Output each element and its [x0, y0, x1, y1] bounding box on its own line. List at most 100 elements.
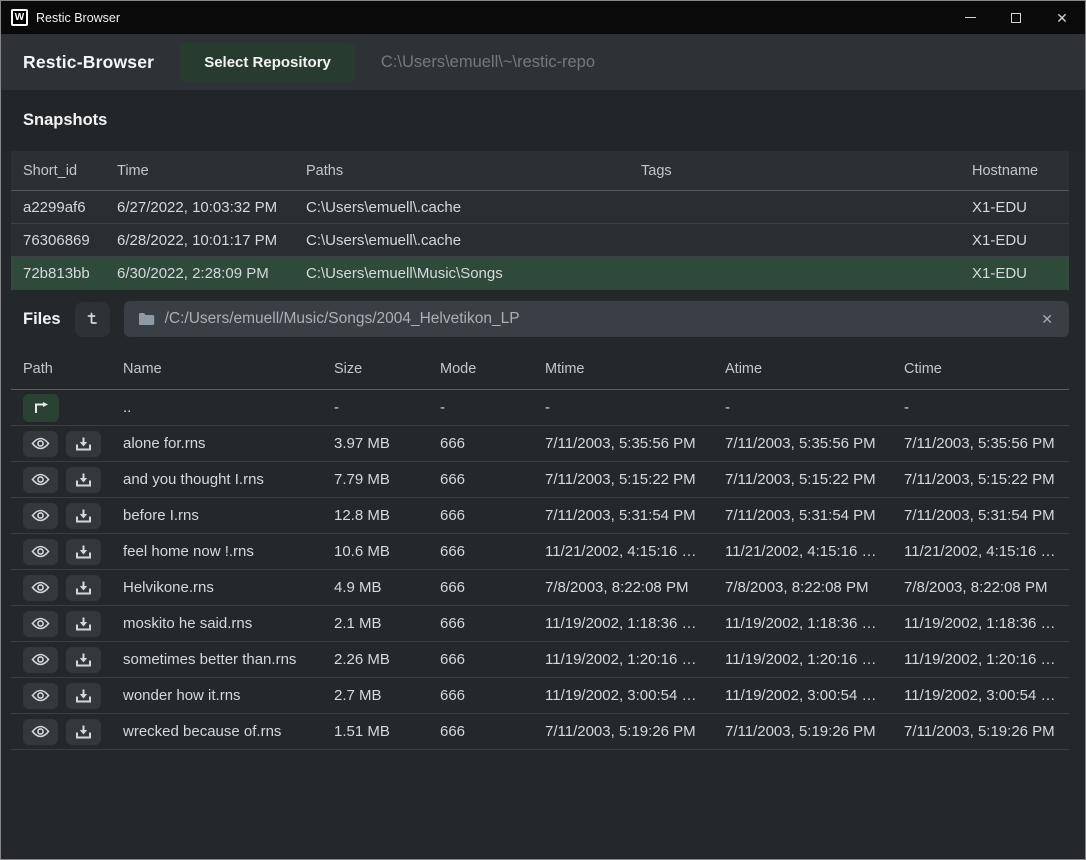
eye-icon — [31, 581, 50, 594]
file-mode: 666 — [428, 507, 533, 524]
download-file-button[interactable] — [66, 611, 101, 637]
eye-icon — [31, 725, 50, 738]
file-name: moskito he said.rns — [111, 615, 322, 632]
column-header-mtime: Mtime — [533, 361, 713, 377]
download-icon — [76, 617, 91, 631]
file-mtime: 11/21/2002, 4:15:16 … — [533, 543, 713, 560]
column-header-tags: Tags — [629, 163, 960, 179]
snapshots-section-title: Snapshots — [23, 111, 107, 130]
tree-toggle-icon — [84, 311, 100, 327]
preview-file-button[interactable] — [23, 503, 58, 529]
download-file-button[interactable] — [66, 647, 101, 673]
file-name: Helvikone.rns — [111, 579, 322, 596]
download-file-button[interactable] — [66, 719, 101, 745]
preview-file-button[interactable] — [23, 575, 58, 601]
download-icon — [76, 437, 91, 451]
snapshot-row[interactable]: a2299af6 6/27/2022, 10:03:32 PM C:\Users… — [11, 191, 1069, 224]
app-header: Restic-Browser Select Repository C:\User… — [1, 34, 1085, 90]
file-name: and you thought I.rns — [111, 471, 322, 488]
column-header-hostname: Hostname — [960, 163, 1069, 179]
download-file-button[interactable] — [66, 467, 101, 493]
snapshots-table: Short_id Time Paths Tags Hostname a2299a… — [11, 151, 1069, 290]
column-header-mode: Mode — [428, 361, 533, 377]
file-row: and you thought I.rns7.79 MB6667/11/2003… — [11, 462, 1069, 498]
preview-file-button[interactable] — [23, 683, 58, 709]
download-file-button[interactable] — [66, 683, 101, 709]
select-repository-button[interactable]: Select Repository — [180, 43, 355, 82]
file-mode: 666 — [428, 687, 533, 704]
clear-icon: ✕ — [1041, 311, 1053, 327]
file-mtime: - — [533, 399, 713, 416]
file-name: alone for.rns — [111, 435, 322, 452]
preview-file-button[interactable] — [23, 431, 58, 457]
file-mode: 666 — [428, 651, 533, 668]
column-header-atime: Atime — [713, 361, 892, 377]
snapshot-hostname: X1-EDU — [960, 232, 1069, 249]
snapshot-paths: C:\Users\emuell\Music\Songs — [294, 265, 629, 282]
file-row: alone for.rns3.97 MB6667/11/2003, 5:35:5… — [11, 426, 1069, 462]
file-row: before I.rns12.8 MB6667/11/2003, 5:31:54… — [11, 498, 1069, 534]
files-path-box: ✕ — [124, 301, 1069, 337]
snapshot-row[interactable]: 76306869 6/28/2022, 10:01:17 PM C:\Users… — [11, 224, 1069, 257]
preview-file-button[interactable] — [23, 647, 58, 673]
file-mtime: 11/19/2002, 1:18:36 … — [533, 615, 713, 632]
file-name: feel home now !.rns — [111, 543, 322, 560]
file-size: 12.8 MB — [322, 507, 428, 524]
files-section-title: Files — [23, 310, 61, 329]
minimize-button[interactable] — [947, 1, 993, 34]
file-atime: 11/19/2002, 1:20:16 … — [713, 651, 892, 668]
titlebar: W Restic Browser ✕ — [1, 1, 1085, 34]
column-header-ctime: Ctime — [892, 361, 1069, 377]
download-icon — [76, 581, 91, 595]
files-table-header: Path Name Size Mode Mtime Atime Ctime — [11, 348, 1069, 390]
download-file-button[interactable] — [66, 575, 101, 601]
file-ctime: 11/19/2002, 3:00:54 … — [892, 687, 1069, 704]
maximize-button[interactable] — [993, 1, 1039, 34]
file-atime: 11/19/2002, 3:00:54 … — [713, 687, 892, 704]
preview-file-button[interactable] — [23, 539, 58, 565]
file-ctime: 7/8/2003, 8:22:08 PM — [892, 579, 1069, 596]
download-file-button[interactable] — [66, 431, 101, 457]
file-name: sometimes better than.rns — [111, 651, 322, 668]
snapshot-time: 6/28/2022, 10:01:17 PM — [105, 232, 294, 249]
file-atime: 7/11/2003, 5:35:56 PM — [713, 435, 892, 452]
file-ctime: 11/19/2002, 1:18:36 … — [892, 615, 1069, 632]
download-icon — [76, 509, 91, 523]
file-atime: 7/8/2003, 8:22:08 PM — [713, 579, 892, 596]
files-path-input[interactable] — [165, 310, 1028, 328]
eye-icon — [31, 617, 50, 630]
window-title: Restic Browser — [36, 11, 120, 25]
file-row: feel home now !.rns10.6 MB66611/21/2002,… — [11, 534, 1069, 570]
file-size: 10.6 MB — [322, 543, 428, 560]
download-icon — [76, 545, 91, 559]
snapshot-time: 6/30/2022, 2:28:09 PM — [105, 265, 294, 282]
close-button[interactable]: ✕ — [1039, 1, 1085, 34]
preview-file-button[interactable] — [23, 611, 58, 637]
snapshot-short-id: a2299af6 — [11, 199, 105, 216]
snapshot-time: 6/27/2022, 10:03:32 PM — [105, 199, 294, 216]
snapshots-section-header: Snapshots — [1, 90, 1085, 151]
preview-file-button[interactable] — [23, 467, 58, 493]
download-file-button[interactable] — [66, 539, 101, 565]
file-mode: 666 — [428, 471, 533, 488]
download-file-button[interactable] — [66, 503, 101, 529]
file-name: .. — [111, 399, 322, 416]
file-atime: 11/21/2002, 4:15:16 … — [713, 543, 892, 560]
up-directory-icon — [32, 402, 50, 414]
eye-icon — [31, 437, 50, 450]
go-up-directory-button[interactable] — [23, 394, 59, 422]
file-size: 2.26 MB — [322, 651, 428, 668]
file-row: moskito he said.rns2.1 MB66611/19/2002, … — [11, 606, 1069, 642]
snapshot-row-selected[interactable]: 72b813bb 6/30/2022, 2:28:09 PM C:\Users\… — [11, 257, 1069, 290]
file-mode: 666 — [428, 723, 533, 740]
eye-icon — [31, 473, 50, 486]
preview-file-button[interactable] — [23, 719, 58, 745]
file-row: wonder how it.rns2.7 MB66611/19/2002, 3:… — [11, 678, 1069, 714]
tree-view-toggle-button[interactable] — [75, 302, 110, 337]
app-window: W Restic Browser ✕ Restic-Browser Select… — [0, 0, 1086, 860]
eye-icon — [31, 689, 50, 702]
file-ctime: - — [892, 399, 1069, 416]
file-atime: 7/11/2003, 5:31:54 PM — [713, 507, 892, 524]
clear-path-button[interactable]: ✕ — [1037, 309, 1057, 330]
minimize-icon — [965, 17, 976, 18]
